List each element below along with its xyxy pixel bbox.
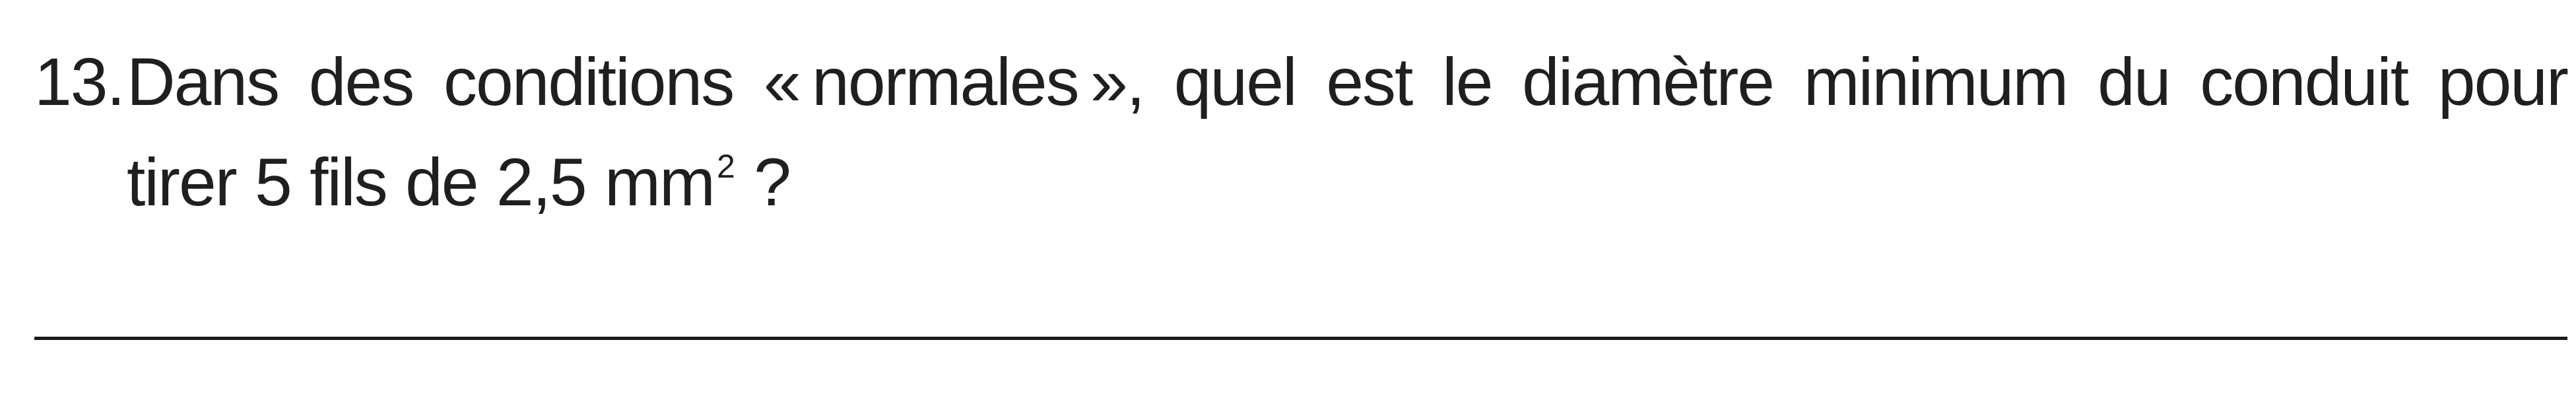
answer-line bbox=[34, 337, 2567, 340]
question-text-main: Dans des conditions « normales », quel e… bbox=[127, 44, 2569, 220]
question-number: 13. bbox=[34, 44, 125, 119]
question-text-end: ? bbox=[741, 145, 791, 220]
question-13: 13. Dans des conditions « normales », qu… bbox=[34, 32, 2569, 232]
question-text: Dans des conditions « normales », quel e… bbox=[127, 32, 2569, 232]
unit-exponent: 2 bbox=[716, 148, 735, 185]
